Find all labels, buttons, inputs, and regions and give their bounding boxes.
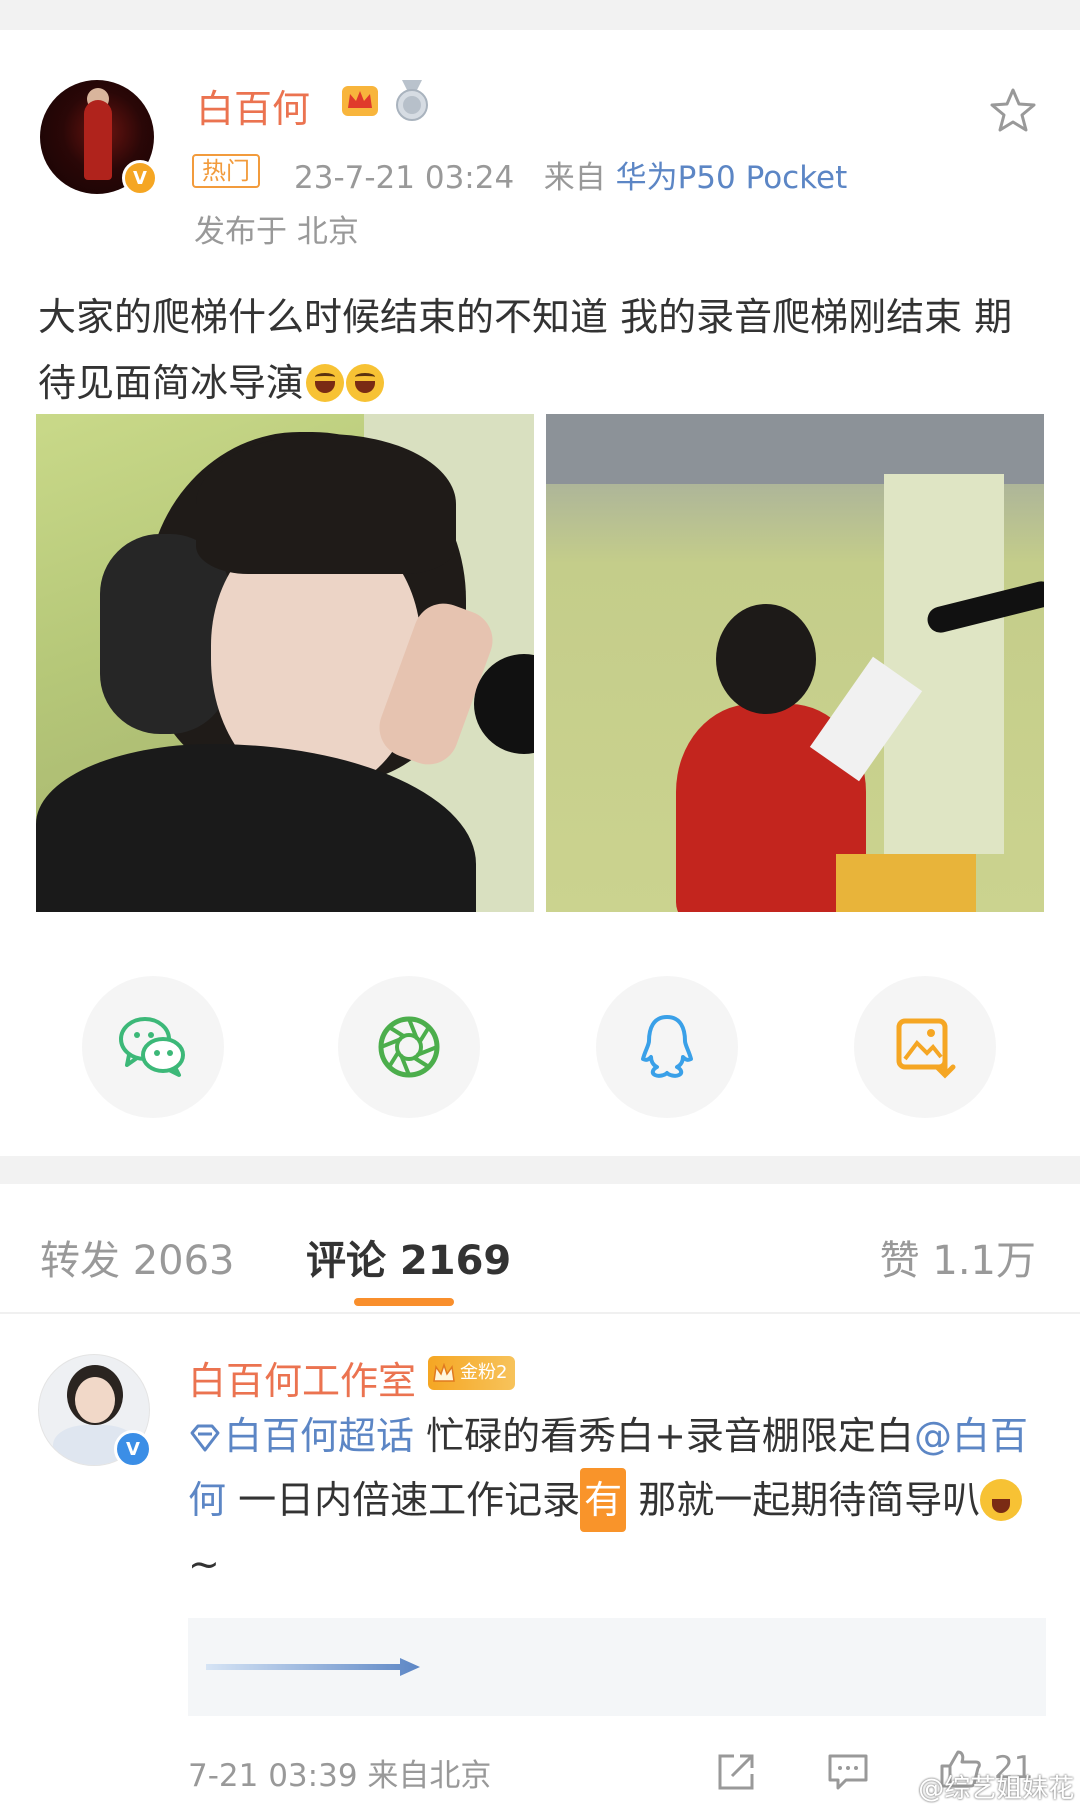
share-wechat-button[interactable] [82, 976, 224, 1118]
fan-crown-icon [433, 1363, 455, 1382]
post-device-link[interactable]: 华为P50 Pocket [616, 160, 848, 196]
comment-text: 白百何超话 忙碌的看秀白+录音棚限定白@白百何 一日内倍速工作记录有 那就一起期… [188, 1414, 1028, 1586]
arrow-right-icon [206, 1658, 420, 1676]
post-text: 大家的爬梯什么时候结束的不知道 我的录音爬梯刚结束 期待见面简冰导演 [38, 284, 1048, 416]
cute-emoji-icon [980, 1479, 1023, 1521]
laughing-emoji-icon [306, 364, 345, 402]
fan-level-badge: 金粉2 [428, 1356, 516, 1390]
poster-username[interactable]: 白百何 [196, 78, 310, 133]
share-icon[interactable] [714, 1750, 758, 1794]
verified-badge-icon: V [122, 160, 158, 196]
favorite-star-icon[interactable] [988, 86, 1038, 136]
laughing-emoji-icon [346, 364, 385, 402]
post-location: 发布于 北京 [194, 214, 359, 250]
active-tab-indicator [354, 1298, 454, 1306]
comment-source: 来自北京 [367, 1758, 492, 1794]
share-row [0, 976, 1080, 1118]
post-text-body: 大家的爬梯什么时候结束的不知道 我的录音爬梯刚结束 期待见面简冰导演 [38, 295, 1013, 405]
section-divider [0, 1156, 1080, 1184]
post-date: 23-7-21 03:24 [294, 160, 515, 196]
tab-like[interactable]: 赞 1.1万 [880, 1228, 1036, 1286]
wechat-icon [119, 1017, 185, 1077]
moments-icon [378, 1016, 440, 1078]
topic-link[interactable]: 白百何超话 [188, 1414, 414, 1458]
commenter-username[interactable]: 白百何工作室 [188, 1350, 416, 1405]
reply-icon[interactable] [826, 1752, 870, 1792]
interaction-tabs: 转发 2063 评论 2169 赞 1.1万 [0, 1184, 1080, 1314]
watermark: @综艺姐妹花 [880, 1768, 1074, 1805]
post-meta: 23-7-21 03:24 来自 华为P50 Pocket [294, 152, 847, 197]
super-topic-diamond-icon [190, 1424, 220, 1452]
save-image-icon [896, 1018, 956, 1079]
qq-icon [641, 1015, 693, 1078]
post-image-1[interactable] [36, 414, 534, 912]
medal-icon [396, 80, 428, 121]
hot-tag: 热门 [192, 154, 260, 188]
you-emoji-badge: 有 [580, 1468, 627, 1532]
comment-time: 7-21 03:39 来自北京 [188, 1758, 492, 1794]
weibo-logo-icon [880, 1782, 908, 1801]
post-image-2[interactable] [546, 414, 1044, 912]
post-source-prefix: 来自 [543, 160, 606, 196]
tab-forward[interactable]: 转发 2063 [40, 1228, 235, 1286]
tab-comment[interactable]: 评论 2169 [306, 1228, 511, 1286]
crown-icon [342, 86, 378, 116]
share-qq-button[interactable] [596, 976, 738, 1118]
share-moments-button[interactable] [338, 976, 480, 1118]
fan-badge-label: 金粉2 [460, 1362, 508, 1383]
save-image-button[interactable] [854, 976, 996, 1118]
verified-badge-icon: V [114, 1430, 152, 1468]
link-preview-card[interactable] [188, 1618, 1046, 1716]
top-strip [0, 0, 1080, 30]
